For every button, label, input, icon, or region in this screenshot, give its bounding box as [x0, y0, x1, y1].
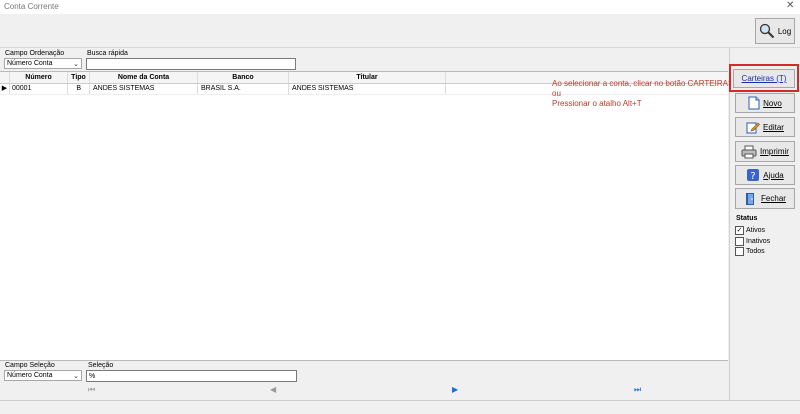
top-toolbar	[0, 14, 800, 48]
carteiras-button[interactable]: Carteiras (T)	[733, 69, 795, 88]
note-line-2: ou	[552, 89, 561, 98]
col-titular[interactable]: Titular	[289, 72, 446, 83]
ordering-value: Número Conta	[7, 60, 53, 67]
log-label: Log	[777, 26, 792, 36]
campo-selecao-select[interactable]: Número Conta ⌄	[4, 370, 82, 381]
close-icon[interactable]: ✕	[786, 0, 794, 11]
record-navigation: ⏮ ◀ ▶ ⏭	[0, 385, 728, 399]
status-inativos-checkbox[interactable]: Inativos	[735, 236, 770, 246]
imprimir-button[interactable]: Imprimir	[735, 141, 795, 162]
help-icon: ?	[746, 168, 760, 182]
row-indicator-icon: ▶	[0, 84, 10, 94]
row-indicator-header	[0, 72, 10, 83]
first-record-icon[interactable]: ⏮	[88, 385, 95, 395]
status-ativos-label: Ativos	[746, 226, 766, 234]
accounts-table: Número Tipo Nome da Conta Banco Titular …	[0, 71, 728, 361]
col-nome-conta[interactable]: Nome da Conta	[90, 72, 198, 83]
search-icon	[759, 23, 775, 39]
col-banco[interactable]: Banco	[198, 72, 289, 83]
note-line-1: Ao selecionar a conta, clicar no botão C…	[552, 79, 734, 88]
ajuda-label: Ajuda	[763, 170, 784, 180]
imprimir-label: Imprimir	[760, 147, 789, 156]
status-inativos-label: Inativos	[746, 237, 771, 245]
selecao-input[interactable]	[86, 370, 297, 382]
editar-label: Editar	[763, 122, 784, 132]
checkbox-unchecked-icon	[735, 236, 744, 246]
next-record-icon[interactable]: ▶	[452, 385, 458, 394]
fechar-label: Fechar	[761, 194, 786, 203]
selecao-label: Seleção	[88, 362, 114, 369]
cell-titular: ANDES SISTEMAS	[289, 84, 446, 94]
prev-record-icon[interactable]: ◀	[270, 385, 276, 394]
window-title: Conta Corrente	[4, 2, 59, 11]
edit-icon	[746, 120, 760, 134]
status-todos-label: Todos	[746, 247, 765, 255]
campo-selecao-label: Campo Seleção	[5, 362, 55, 369]
carteiras-label: Carteiras (T)	[741, 74, 787, 83]
chevron-down-icon: ⌄	[73, 373, 79, 380]
chevron-down-icon: ⌄	[73, 61, 79, 68]
status-title: Status	[736, 215, 758, 222]
novo-label: Novo	[763, 98, 782, 108]
editar-button[interactable]: Editar	[735, 117, 795, 137]
cell-banco: BRASIL S.A.	[198, 84, 289, 94]
status-todos-checkbox[interactable]: Todos	[735, 246, 765, 256]
note-line-3: Pressionar o atalho Alt+T	[552, 99, 642, 108]
fechar-button[interactable]: Fechar	[735, 188, 795, 209]
new-document-icon	[748, 96, 760, 110]
quick-search-label: Busca rápida	[87, 50, 128, 57]
svg-text:?: ?	[751, 171, 756, 182]
checkbox-checked-icon: ✓	[735, 225, 744, 235]
ajuda-button[interactable]: ? Ajuda	[735, 165, 795, 185]
cell-nome: ANDES SISTEMAS	[90, 84, 198, 94]
status-bar	[0, 400, 800, 414]
title-bar	[0, 0, 800, 14]
status-ativos-checkbox[interactable]: ✓ Ativos	[735, 225, 765, 235]
checkbox-unchecked-icon	[735, 246, 744, 256]
col-tipo[interactable]: Tipo	[68, 72, 90, 83]
printer-icon	[741, 145, 757, 159]
cell-numero: 00001	[10, 84, 68, 94]
log-button[interactable]: Log	[755, 18, 795, 44]
instruction-note: Ao selecionar a conta, clicar no botão C…	[552, 79, 733, 109]
ordering-select[interactable]: Número Conta ⌄	[4, 58, 82, 69]
cell-tipo: B	[68, 84, 90, 94]
ordering-label: Campo Ordenação	[5, 50, 65, 57]
novo-button[interactable]: Novo	[735, 93, 795, 113]
last-record-icon[interactable]: ⏭	[634, 385, 641, 395]
quick-search-input[interactable]	[86, 58, 296, 70]
campo-selecao-value: Número Conta	[7, 372, 53, 379]
col-numero[interactable]: Número	[10, 72, 68, 83]
exit-door-icon	[744, 192, 758, 206]
